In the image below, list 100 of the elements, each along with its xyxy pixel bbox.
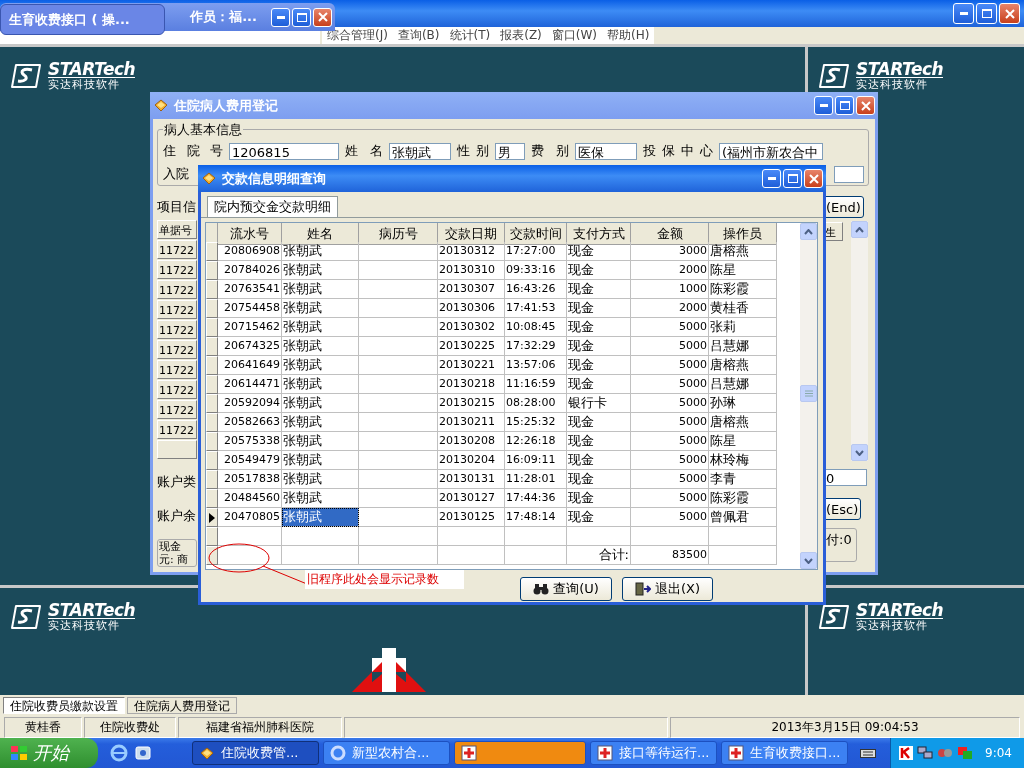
column-header[interactable]: 交款时间 xyxy=(505,223,567,245)
antivirus-icon[interactable] xyxy=(899,746,914,760)
maximize-button[interactable] xyxy=(976,3,997,24)
scrollbar[interactable] xyxy=(800,223,817,569)
window-tab[interactable]: 住院收费员缴款设置 xyxy=(3,697,125,714)
status-field: 黄桂香 xyxy=(4,717,82,738)
table-cell: 现金 xyxy=(567,280,631,299)
column-header[interactable]: 金额 xyxy=(631,223,709,245)
table-cell: 5000 xyxy=(631,489,709,508)
clock: 9:04 xyxy=(985,746,1012,760)
maximize-button[interactable] xyxy=(783,169,802,188)
total-label: 合计: xyxy=(567,546,631,565)
table-cell: 现金 xyxy=(567,261,631,280)
maximize-button[interactable] xyxy=(292,7,311,27)
empty-cell xyxy=(438,546,505,565)
minimize-button[interactable] xyxy=(953,3,974,24)
tab[interactable]: 院内预交金交款明细 xyxy=(207,196,338,217)
table-cell: 张朝武 xyxy=(282,508,359,527)
keyboard-icon[interactable] xyxy=(860,747,876,759)
close-button[interactable] xyxy=(804,169,823,188)
browser-icon xyxy=(330,745,346,761)
menu-item[interactable]: 统计(T) xyxy=(444,27,496,44)
field-label: 入院 xyxy=(163,165,189,183)
table-cell: 现金 xyxy=(567,299,631,318)
scroll-up-icon xyxy=(855,226,864,233)
table-cell: 20130307 xyxy=(438,280,505,299)
query-button[interactable]: 查询(U) xyxy=(520,577,612,601)
menu-item[interactable]: 查询(B) xyxy=(392,27,445,44)
taskbar-button[interactable] xyxy=(454,741,586,765)
menu-item[interactable]: 窗口(W) xyxy=(546,27,603,44)
table-cell: 11722 xyxy=(157,280,197,299)
window-title: 作员：福... xyxy=(190,8,257,26)
taskbar-button[interactable]: 住院收费管... xyxy=(192,741,319,765)
table-cell: 20130204 xyxy=(438,451,505,470)
taskbar-button[interactable]: 生育收费接口... xyxy=(721,741,848,765)
table-cell: 20575338 xyxy=(218,432,282,451)
table-cell: 11722 xyxy=(157,360,197,379)
close-button[interactable] xyxy=(999,3,1020,24)
empty-cell xyxy=(505,527,567,546)
table-cell: 12:26:18 xyxy=(505,432,567,451)
column-header[interactable]: 支付方式 xyxy=(567,223,631,245)
field-label: 账户余 xyxy=(157,507,197,525)
column-header[interactable]: 流水号 xyxy=(218,223,282,245)
table-cell: 张朝武 xyxy=(282,337,359,356)
table-cell: 现金 xyxy=(567,508,631,527)
column-header[interactable]: 病历号 xyxy=(359,223,438,245)
exit-button[interactable]: 退出(X) xyxy=(621,577,713,601)
field-label: 性别 xyxy=(457,142,489,160)
scroll-thumb[interactable] xyxy=(800,385,817,402)
column-header[interactable]: 交款日期 xyxy=(438,223,505,245)
desktop-icon[interactable] xyxy=(134,744,152,762)
scroll-up-button[interactable] xyxy=(800,223,817,240)
table-cell: 曾佩君 xyxy=(709,508,777,527)
column-header[interactable]: 姓名 xyxy=(282,223,359,245)
group-text: 现金 xyxy=(159,540,181,553)
table-cell: 张朝武 xyxy=(282,470,359,489)
table-cell: 现金 xyxy=(567,432,631,451)
table-cell: 张朝武 xyxy=(282,432,359,451)
menu-item[interactable]: 帮助(H) xyxy=(602,27,655,44)
menu-item[interactable]: 报表(Z) xyxy=(495,27,547,44)
close-icon xyxy=(808,173,819,184)
table-cell: 20130225 xyxy=(438,337,505,356)
table-cell: 11:16:59 xyxy=(505,375,567,394)
table-cell: 5000 xyxy=(631,394,709,413)
table-cell: 陈星 xyxy=(709,432,777,451)
tooltip: 生育收费接口 ( 操... xyxy=(0,4,165,35)
column-header[interactable]: 操作员 xyxy=(709,223,777,245)
window-tab[interactable]: 住院病人费用登记 xyxy=(127,697,237,714)
table-cell: 11722 xyxy=(157,380,197,399)
status-field: 住院收费处 xyxy=(84,717,176,738)
row-selector[interactable] xyxy=(206,508,218,527)
table-cell: 20614471 xyxy=(218,375,282,394)
status-field: 2013年3月15日 09:04:53 xyxy=(670,717,1020,738)
table-cell: 张朝武 xyxy=(282,356,359,375)
table-cell: 17:27:00 xyxy=(505,242,567,261)
table-cell: 张朝武 xyxy=(282,299,359,318)
table-cell: 20763541 xyxy=(218,280,282,299)
table-cell: 20130312 xyxy=(438,242,505,261)
logo-icon xyxy=(818,604,850,630)
cross-icon xyxy=(728,745,744,761)
scroll-down-button[interactable] xyxy=(800,552,817,569)
close-button[interactable] xyxy=(313,7,332,27)
minimize-button[interactable] xyxy=(271,7,290,27)
table-cell: 2000 xyxy=(631,261,709,280)
network-icon[interactable] xyxy=(917,746,934,760)
taskbar-button[interactable]: 接口等待运行... xyxy=(590,741,717,765)
table-cell: 5000 xyxy=(631,318,709,337)
table-cell: 20130218 xyxy=(438,375,505,394)
taskbar-button[interactable]: 新型农村合... xyxy=(323,741,450,765)
table-cell: 5000 xyxy=(631,470,709,489)
minimize-icon xyxy=(819,104,828,107)
table-cell: 20674325 xyxy=(218,337,282,356)
table-cell: 林玲梅 xyxy=(709,451,777,470)
minimize-button[interactable] xyxy=(762,169,781,188)
table-cell: 现金 xyxy=(567,470,631,489)
table-cell: 09:33:16 xyxy=(505,261,567,280)
table-cell: 16:09:11 xyxy=(505,451,567,470)
table-cell: 10:08:45 xyxy=(505,318,567,337)
browser-icon[interactable] xyxy=(110,744,128,762)
window-title: 住院病人费用登记 xyxy=(174,96,279,115)
